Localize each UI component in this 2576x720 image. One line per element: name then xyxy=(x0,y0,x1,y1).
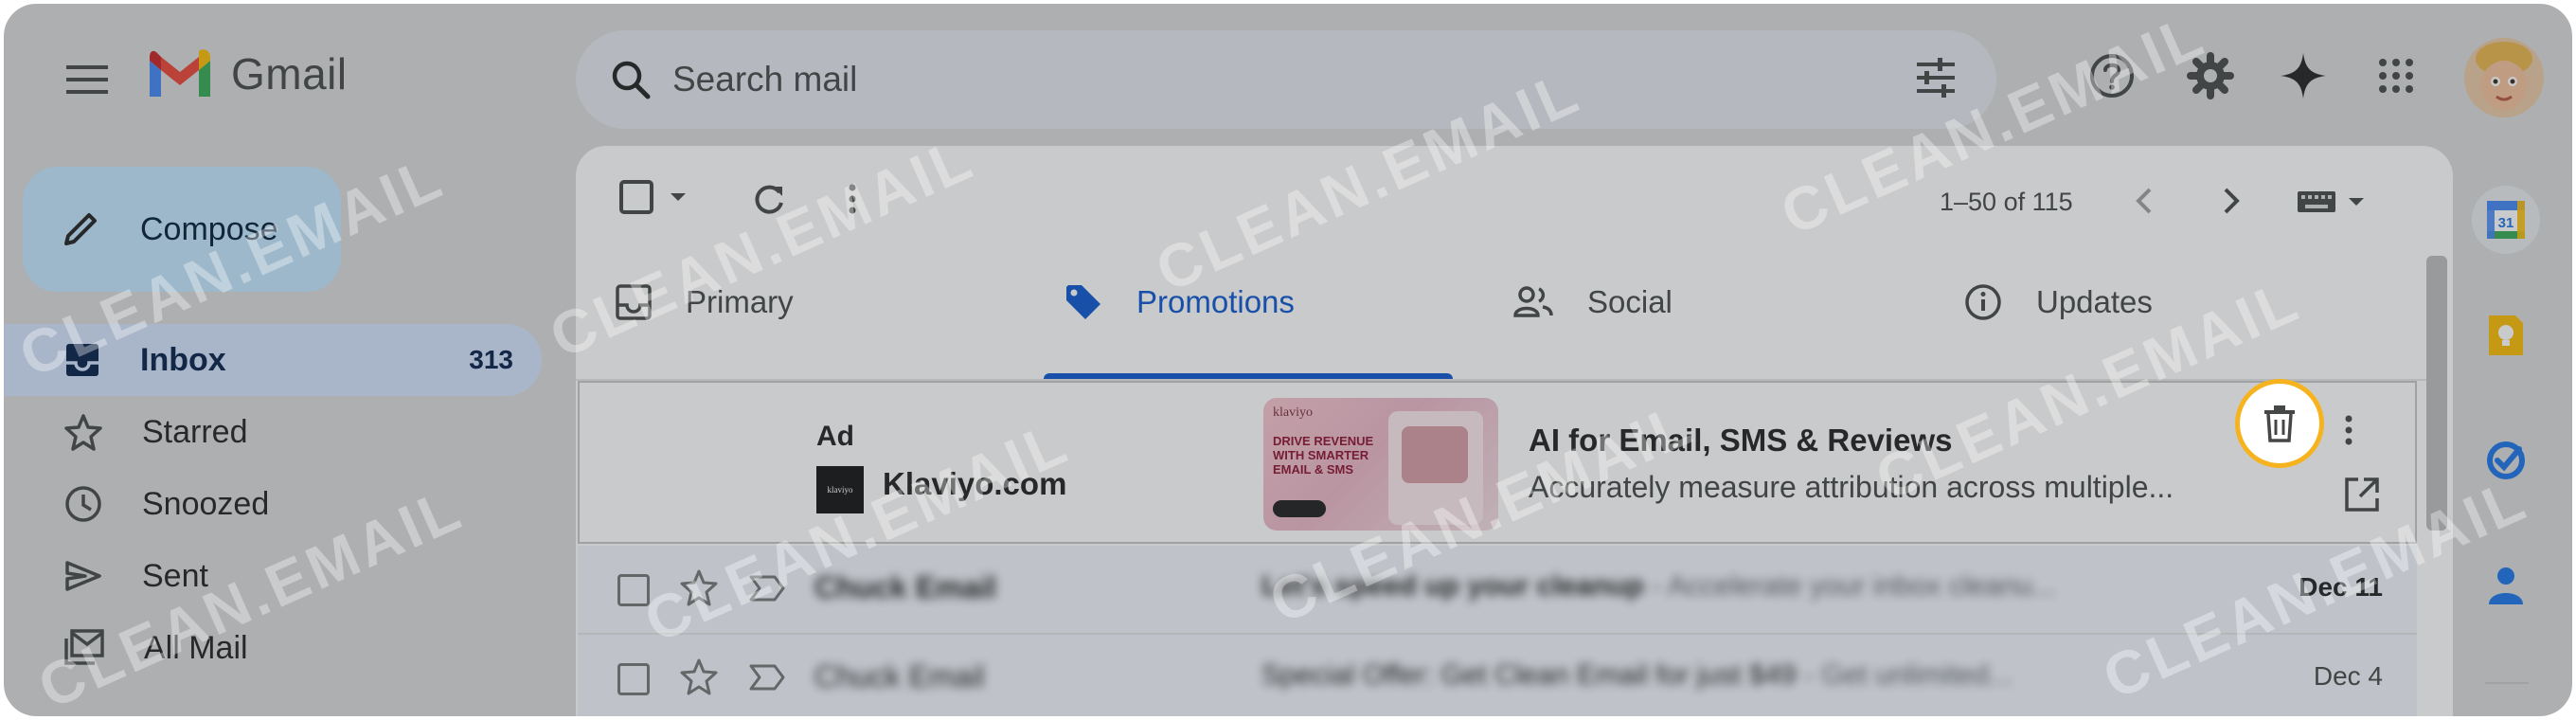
tune-icon xyxy=(1917,58,1955,98)
nav-label: Starred xyxy=(142,413,248,450)
delete-ad-button[interactable] xyxy=(2235,379,2324,468)
nav-label: Snoozed xyxy=(142,485,270,522)
select-checkbox[interactable] xyxy=(617,176,693,218)
row-checkbox[interactable] xyxy=(617,663,650,695)
prev-page-button[interactable] xyxy=(2133,186,2154,216)
nav-item-starred[interactable]: Starred xyxy=(4,396,542,468)
ad-label: Ad xyxy=(816,421,854,452)
more-vert-icon xyxy=(2345,415,2352,445)
scrollbar[interactable] xyxy=(2426,256,2447,531)
row-snippet: - Accelerate your inbox cleanu... xyxy=(1643,570,2057,602)
chevron-right-icon xyxy=(2224,188,2240,214)
row-date: Dec 4 xyxy=(2313,661,2383,691)
row-subject-text: Special Offer: Get Clean Email for just … xyxy=(1261,659,1797,691)
memoji-avatar-icon xyxy=(2464,38,2544,117)
gmail-logo[interactable]: Gmail xyxy=(146,47,348,100)
rail-divider xyxy=(2485,682,2529,684)
calendar-app-button[interactable]: 31 xyxy=(2472,186,2540,254)
checkbox-dropdown-icon xyxy=(619,180,686,214)
search-icon[interactable] xyxy=(610,59,652,100)
ad-options-button[interactable] xyxy=(2343,415,2354,445)
importance-marker-icon xyxy=(749,664,785,691)
main-menu-button[interactable] xyxy=(59,51,116,108)
row-snippet: - Get unlimited... xyxy=(1796,659,2013,691)
star-toggle[interactable] xyxy=(680,657,718,695)
search-input[interactable]: Search mail xyxy=(672,60,857,99)
info-icon xyxy=(1965,284,2001,320)
row-sender: Chuck Email xyxy=(814,659,985,693)
open-in-new-icon xyxy=(2345,477,2379,512)
row-subject: Special Offer: Get Clean Email for just … xyxy=(1261,659,2012,692)
keyboard-icon xyxy=(2298,191,2364,212)
ad-image-button xyxy=(1273,500,1326,517)
pagination-label: 1–50 of 115 xyxy=(1940,188,2073,216)
next-page-button[interactable] xyxy=(2222,186,2243,216)
gmail-window: Gmail Search mail Compose Inbox 313 Star… xyxy=(4,4,2572,716)
gemini-button[interactable] xyxy=(2275,47,2332,104)
chevron-left-icon xyxy=(2136,188,2152,214)
hamburger-icon xyxy=(66,65,108,94)
apps-button[interactable] xyxy=(2368,47,2424,104)
inbox-count-badge: 313 xyxy=(469,345,513,374)
keep-bulb-icon xyxy=(2489,315,2523,355)
sparkle-icon xyxy=(2281,53,2326,99)
search-bar[interactable]: Search mail xyxy=(576,30,1996,129)
apps-grid-icon xyxy=(2379,59,2413,93)
ad-image-headline: DRIVE REVENUE WITH SMARTER EMAIL & SMS xyxy=(1273,434,1374,477)
keep-app-button[interactable] xyxy=(2476,305,2536,366)
clock-icon xyxy=(65,486,101,522)
ad-image-brand: klaviyo xyxy=(1273,405,1313,420)
contacts-person-icon xyxy=(2489,567,2523,604)
tab-label: Social xyxy=(1587,284,1673,319)
search-options-button[interactable] xyxy=(1913,55,1959,100)
app-name: Gmail xyxy=(231,49,348,99)
ad-image-photo xyxy=(1402,426,1468,483)
open-ad-link[interactable] xyxy=(2343,476,2381,513)
star-icon xyxy=(680,658,718,695)
input-tools-button[interactable] xyxy=(2296,189,2368,214)
people-icon xyxy=(1513,286,1553,317)
trash-icon xyxy=(2264,405,2295,442)
account-avatar[interactable] xyxy=(2464,38,2544,117)
nav-label: Inbox xyxy=(140,341,226,378)
tab-label: Updates xyxy=(2036,284,2153,319)
importance-toggle[interactable] xyxy=(748,663,786,692)
contacts-app-button[interactable] xyxy=(2476,555,2536,616)
tab-label: Promotions xyxy=(1136,284,1295,319)
calendar-icon: 31 xyxy=(2487,201,2525,239)
pencil-icon xyxy=(64,213,97,245)
send-icon xyxy=(65,561,101,591)
star-icon xyxy=(64,414,102,451)
calendar-day: 31 xyxy=(2498,215,2514,231)
tag-icon xyxy=(1066,285,1100,319)
gmail-m-icon xyxy=(150,49,210,97)
tab-social[interactable]: Social xyxy=(1513,250,1673,354)
